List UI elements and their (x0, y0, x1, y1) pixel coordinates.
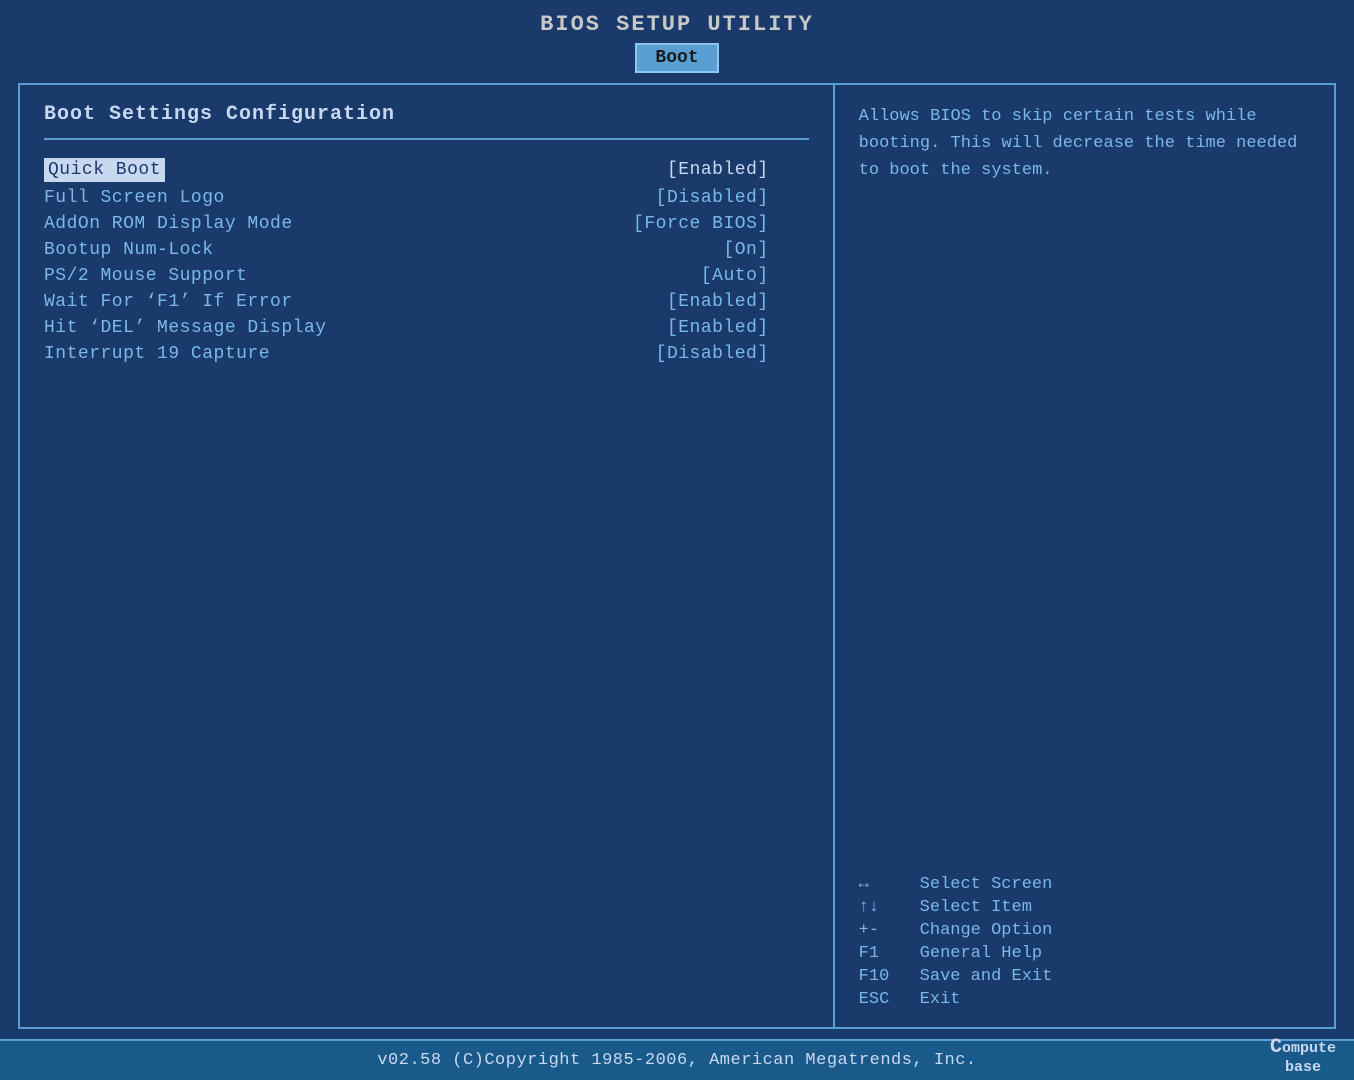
setting-row[interactable]: Full Screen Logo [Disabled] (44, 188, 809, 208)
key-symbol: ESC (859, 990, 904, 1009)
setting-value: [Auto] (701, 266, 769, 286)
setting-name: Hit ‘DEL’ Message Display (44, 318, 327, 338)
setting-name: Bootup Num-Lock (44, 240, 214, 260)
setting-row[interactable]: PS/2 Mouse Support [Auto] (44, 266, 809, 286)
footer-text: v02.58 (C)Copyright 1985-2006, American … (377, 1051, 976, 1070)
key-help-list: ↔ Select Screen ↑↓ Select Item +- Change Opti… (859, 875, 1310, 1009)
setting-row[interactable]: Quick Boot [Enabled] (44, 158, 809, 182)
key-row: F10 Save and Exit (859, 967, 1310, 986)
bios-title: BIOS SETUP UTILITY (0, 8, 1354, 41)
footer-logo: Computebase (1270, 1036, 1336, 1076)
key-description: Save and Exit (920, 967, 1053, 986)
setting-value: [Disabled] (656, 188, 769, 208)
key-description: Exit (920, 990, 961, 1009)
divider (44, 138, 809, 140)
key-description: Change Option (920, 921, 1053, 940)
settings-list: Quick Boot [Enabled] Full Screen Logo [Disa… (44, 158, 809, 364)
key-symbol: F10 (859, 967, 904, 986)
left-panel: Boot Settings Configuration Quick Boot [E… (20, 85, 835, 1027)
key-row: ↑↓ Select Item (859, 898, 1310, 917)
setting-row[interactable]: Bootup Num-Lock [On] (44, 240, 809, 260)
section-title: Boot Settings Configuration (44, 103, 809, 126)
title-bar: BIOS SETUP UTILITY Boot (0, 0, 1354, 73)
setting-value: [Force BIOS] (633, 214, 769, 234)
setting-row[interactable]: Hit ‘DEL’ Message Display [Enabled] (44, 318, 809, 338)
setting-name: Quick Boot (44, 158, 165, 182)
setting-value: [On] (723, 240, 768, 260)
setting-value: [Enabled] (667, 292, 769, 312)
key-symbol: ↑↓ (859, 898, 904, 917)
setting-row[interactable]: Interrupt 19 Capture [Disabled] (44, 344, 809, 364)
right-panel: Allows BIOS to skip certain tests while … (835, 85, 1334, 1027)
main-content: Boot Settings Configuration Quick Boot [E… (18, 83, 1336, 1029)
setting-name: PS/2 Mouse Support (44, 266, 247, 286)
key-row: +- Change Option (859, 921, 1310, 940)
key-row: ↔ Select Screen (859, 875, 1310, 894)
setting-value: [Enabled] (667, 318, 769, 338)
key-symbol: F1 (859, 944, 904, 963)
key-row: ESC Exit (859, 990, 1310, 1009)
key-row: F1 General Help (859, 944, 1310, 963)
setting-row[interactable]: AddOn ROM Display Mode [Force BIOS] (44, 214, 809, 234)
setting-name: AddOn ROM Display Mode (44, 214, 293, 234)
key-symbol: +- (859, 921, 904, 940)
footer: v02.58 (C)Copyright 1985-2006, American … (0, 1039, 1354, 1080)
setting-value: [Disabled] (656, 344, 769, 364)
setting-value: [Enabled] (667, 160, 769, 180)
key-description: Select Screen (920, 875, 1053, 894)
key-description: Select Item (920, 898, 1032, 917)
tab-bar: Boot (0, 43, 1354, 73)
setting-name: Interrupt 19 Capture (44, 344, 270, 364)
setting-name: Wait For ‘F1’ If Error (44, 292, 293, 312)
tab-boot[interactable]: Boot (635, 43, 718, 73)
key-symbol: ↔ (859, 875, 904, 894)
setting-name: Full Screen Logo (44, 188, 225, 208)
key-description: General Help (920, 944, 1042, 963)
help-text: Allows BIOS to skip certain tests while … (859, 103, 1310, 855)
setting-row[interactable]: Wait For ‘F1’ If Error [Enabled] (44, 292, 809, 312)
